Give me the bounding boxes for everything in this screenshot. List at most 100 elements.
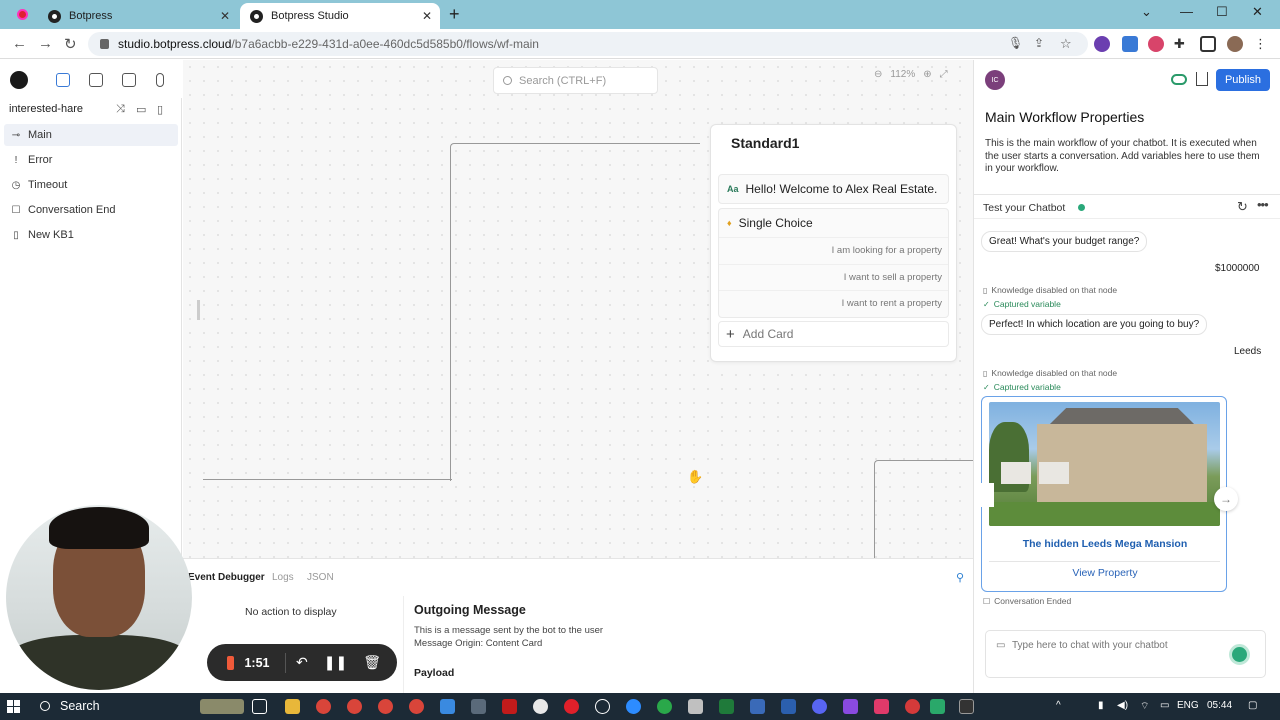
chrome-icon[interactable] xyxy=(316,699,331,714)
share-icon[interactable] xyxy=(1196,72,1208,86)
app-icon[interactable] xyxy=(905,699,920,714)
window-close-button[interactable]: ✕ xyxy=(1252,4,1263,20)
chevron-down-icon[interactable]: ⌄ xyxy=(1141,4,1152,20)
flow-canvas[interactable]: Search (CTRL+F) ⊖ 112% ⊕ ⤢ Standard1 Aa … xyxy=(183,60,974,560)
resize-handle[interactable] xyxy=(197,300,200,320)
reload-button[interactable]: ↻ xyxy=(64,35,77,53)
task-view-icon[interactable] xyxy=(252,699,267,714)
app-icon[interactable] xyxy=(657,699,672,714)
app-icon[interactable] xyxy=(533,699,548,714)
sidebar-item-main[interactable]: ⊸ Main xyxy=(4,124,178,146)
mic-icon[interactable]: 🎙 xyxy=(1008,36,1024,52)
hook-icon[interactable] xyxy=(156,73,164,87)
chat-input[interactable]: ▭ Type here to chat with your chatbot xyxy=(985,630,1266,678)
windows-start-icon[interactable] xyxy=(7,700,20,713)
carousel-next-icon[interactable]: → xyxy=(1214,487,1238,511)
input-language[interactable]: ENG xyxy=(1177,700,1199,711)
sidebar-item-conversation-end[interactable]: ☐ Conversation End xyxy=(4,199,178,221)
stop-record-button[interactable] xyxy=(227,655,235,670)
app-icon[interactable] xyxy=(440,699,455,714)
usb-icon[interactable]: ▮ xyxy=(1098,700,1104,711)
taskbar-search[interactable]: Search xyxy=(40,699,100,713)
text-card[interactable]: Aa Hello! Welcome to Alex Real Estate. xyxy=(718,174,949,204)
standard-node[interactable]: Standard1 Aa Hello! Welcome to Alex Real… xyxy=(710,124,957,362)
new-tab-button[interactable]: + xyxy=(449,4,460,25)
discord-icon[interactable] xyxy=(812,699,827,714)
search-input[interactable]: Search (CTRL+F) xyxy=(493,67,658,94)
app-icon[interactable] xyxy=(564,699,579,714)
cloud-sync-icon[interactable] xyxy=(1171,74,1187,85)
tab-botpress[interactable]: Botpress ✕ xyxy=(38,3,238,29)
publish-button[interactable]: Publish xyxy=(1216,69,1270,91)
back-button[interactable]: ← xyxy=(12,35,27,52)
zoom-icon[interactable] xyxy=(626,699,641,714)
extension-icon[interactable] xyxy=(1094,36,1110,52)
zoom-in-icon[interactable]: ⊕ xyxy=(923,69,931,80)
maximize-button[interactable]: ☐ xyxy=(1216,4,1228,20)
folder-icon[interactable]: ▭ xyxy=(136,103,146,116)
view-property-button[interactable]: View Property xyxy=(982,567,1226,579)
wifi-icon[interactable]: ⌔ xyxy=(1140,700,1149,713)
book-icon[interactable]: ▯ xyxy=(157,103,163,116)
chrome-icon[interactable] xyxy=(409,699,424,714)
app-icon[interactable] xyxy=(688,699,703,714)
tab-botpress-studio[interactable]: Botpress Studio ✕ xyxy=(240,3,440,29)
battery-icon[interactable]: ▭ xyxy=(1160,700,1169,711)
pause-icon[interactable]: ❚❚ xyxy=(324,654,347,671)
trash-icon[interactable]: 🗑 xyxy=(363,654,381,671)
refresh-icon[interactable]: ↻ xyxy=(1237,199,1248,215)
pin-icon[interactable]: ⚲ xyxy=(956,571,964,584)
menu-icon[interactable]: ⋮ xyxy=(1254,36,1270,52)
extension-icon[interactable] xyxy=(1122,36,1138,52)
share-icon[interactable]: ⇪ xyxy=(1034,36,1050,52)
tab-event-debugger[interactable]: Event Debugger xyxy=(188,572,265,583)
close-icon[interactable]: ✕ xyxy=(422,9,432,23)
sidepanel-icon[interactable] xyxy=(1200,36,1216,52)
extension-icon[interactable] xyxy=(1148,36,1164,52)
send-button[interactable] xyxy=(1229,644,1250,665)
choice-option[interactable]: I want to sell a property xyxy=(719,263,948,291)
app-icon[interactable] xyxy=(595,699,610,714)
user-avatar[interactable]: IC xyxy=(985,70,1005,90)
choice-option[interactable]: I am looking for a property xyxy=(719,237,948,264)
word-icon[interactable] xyxy=(781,699,796,714)
add-card-button[interactable]: + Add Card xyxy=(718,321,949,347)
url-input[interactable]: studio.botpress.cloud/b7a6acbb-e229-431d… xyxy=(88,32,1088,56)
terminal-icon[interactable] xyxy=(959,699,974,714)
carousel-prev-button[interactable] xyxy=(976,483,994,507)
single-choice-card[interactable]: ♦ Single Choice I am looking for a prope… xyxy=(718,208,949,318)
flows-icon[interactable] xyxy=(56,73,70,87)
acrobat-icon[interactable] xyxy=(502,699,517,714)
sidebar-item-new-kb1[interactable]: ▯ New KB1 xyxy=(4,224,178,246)
fit-view-icon[interactable]: ⤢ xyxy=(940,69,948,80)
forward-button[interactable]: → xyxy=(38,35,53,52)
close-icon[interactable]: ✕ xyxy=(220,9,230,23)
chrome-icon[interactable] xyxy=(347,699,362,714)
app-icon[interactable] xyxy=(930,699,945,714)
undo-icon[interactable]: ↶ xyxy=(296,654,308,671)
bot-icon[interactable] xyxy=(89,73,103,87)
weather-widget-icon[interactable] xyxy=(200,699,244,714)
tab-json[interactable]: JSON xyxy=(307,572,334,583)
more-icon[interactable]: ••• xyxy=(1257,197,1269,212)
botpress-logo[interactable] xyxy=(10,71,28,89)
file-explorer-icon[interactable] xyxy=(285,699,300,714)
profile-avatar[interactable] xyxy=(1227,36,1243,52)
speaker-icon[interactable]: ◀) xyxy=(1117,700,1128,711)
calculator-icon[interactable] xyxy=(471,699,486,714)
app-icon[interactable] xyxy=(874,699,889,714)
notification-icon[interactable]: ▢ xyxy=(1248,700,1257,711)
share-nodes-icon[interactable]: ⤨ xyxy=(116,103,125,116)
chrome-icon[interactable] xyxy=(378,699,393,714)
puzzle-icon[interactable]: ✚ xyxy=(1174,36,1190,52)
library-icon[interactable] xyxy=(122,73,136,87)
zoom-out-icon[interactable]: ⊖ xyxy=(874,69,882,80)
taskbar-clock[interactable]: 05:44 xyxy=(1207,700,1232,711)
sidebar-item-timeout[interactable]: ◷ Timeout xyxy=(4,174,178,196)
excel-icon[interactable] xyxy=(719,699,734,714)
tab-logs[interactable]: Logs xyxy=(272,572,294,583)
chevron-up-icon[interactable]: ^ xyxy=(1056,700,1061,711)
app-icon[interactable] xyxy=(750,699,765,714)
minimize-button[interactable]: — xyxy=(1180,4,1193,19)
app-icon[interactable] xyxy=(843,699,858,714)
